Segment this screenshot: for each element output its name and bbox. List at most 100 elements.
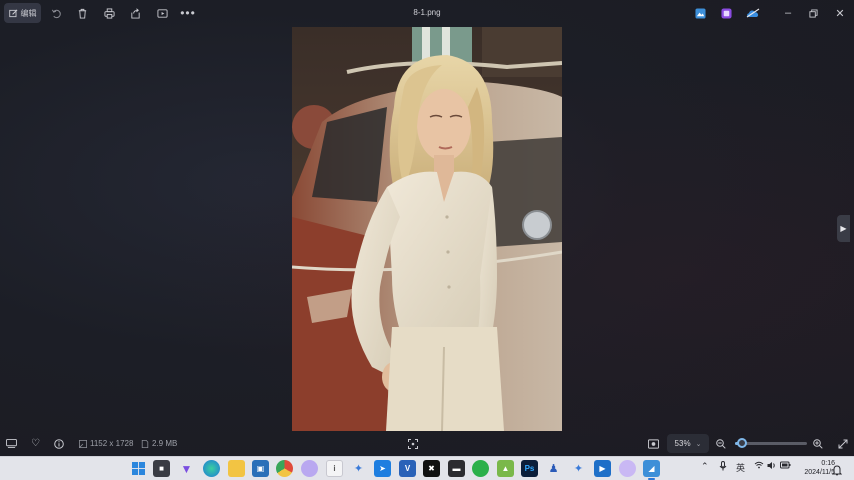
taskbar-app-7[interactable]: ▬ (448, 460, 465, 477)
taskbar-app-6[interactable]: V (399, 460, 416, 477)
clipchamp-icon (720, 7, 732, 19)
photos-edit-app-button[interactable] (690, 3, 710, 23)
onedrive-button[interactable] (742, 3, 764, 23)
image-viewer-window: 编辑 ••• 8-1.png – ✕ ▶ ♡ 1152 x 1728 2.9 M… (0, 0, 854, 456)
image-size-icon (79, 439, 87, 448)
chevron-right-icon: ▶ (840, 224, 847, 233)
photoshop-button[interactable]: Ps (521, 460, 538, 477)
windows-logo-icon (132, 462, 145, 475)
input-method-button[interactable]: 英 (736, 461, 745, 474)
photo-image (292, 27, 562, 431)
app-v2-icon: V (404, 464, 411, 473)
task-view-button[interactable]: ■ (153, 460, 170, 477)
taskbar-app-4[interactable]: ✦ (350, 460, 367, 477)
file-size: 2.9 MB (152, 439, 178, 448)
displayed-photo[interactable] (292, 27, 562, 431)
photoshop-icon: Ps (524, 464, 535, 473)
battery-button[interactable] (780, 461, 791, 469)
taskbar-app-store[interactable]: ▣ (252, 460, 269, 477)
wifi-icon (754, 461, 764, 469)
app-v-icon: ▼ (180, 461, 193, 476)
clock-date: 2024/11/5 (804, 469, 835, 476)
notifications-button[interactable] (831, 463, 844, 476)
heart-icon: ♡ (31, 438, 40, 449)
zoom-out-button[interactable] (716, 437, 726, 450)
zoom-level-dropdown[interactable]: 53% ⌄ (667, 434, 709, 453)
dimensions-info: 1152 x 1728 (79, 437, 133, 450)
taskbar-app-5[interactable]: ➤ (374, 460, 391, 477)
taskbar-app-1[interactable]: ▼ (178, 460, 195, 477)
bottom-bar: ♡ 1152 x 1728 2.9 MB 53% ⌄ (0, 431, 854, 456)
battery-icon (780, 461, 791, 469)
system-clock[interactable]: 0:16 2024/11/5 (795, 459, 835, 477)
fit-to-window-button[interactable] (648, 437, 659, 450)
zoom-level: 53% (674, 439, 691, 448)
zoom-slider-thumb[interactable] (737, 438, 748, 448)
fit-window-icon (648, 438, 659, 449)
title-bar: 编辑 ••• 8-1.png – ✕ (0, 0, 854, 27)
filmstrip-icon (6, 439, 17, 448)
clock-time: 0:16 (821, 460, 835, 467)
speaker-icon (767, 462, 775, 469)
wechat-button[interactable] (472, 460, 489, 477)
microphone-button[interactable] (719, 461, 727, 471)
app-arrow-icon: ➤ (379, 464, 386, 473)
app-doc-icon: i (333, 464, 336, 473)
task-view-icon: ■ (159, 464, 164, 473)
input-method-label: 英 (736, 463, 746, 473)
photos-icon: ◢ (648, 464, 655, 473)
favorite-button[interactable]: ♡ (31, 437, 40, 450)
show-hidden-icons-button[interactable]: ⌃ (701, 461, 709, 472)
maximize-button[interactable] (801, 3, 825, 23)
taskbar-app-12[interactable] (619, 460, 636, 477)
app-network-icon: ✦ (353, 463, 364, 475)
start-button[interactable] (130, 460, 147, 477)
filesize-info: 2.9 MB (141, 437, 177, 450)
photos-button[interactable]: ◢ (643, 460, 660, 480)
filmstrip-button[interactable] (6, 437, 17, 450)
file-explorer-button[interactable] (228, 460, 245, 477)
clipchamp-button[interactable] (716, 3, 736, 23)
microphone-icon (719, 461, 727, 471)
crop-icon (408, 438, 418, 449)
info-icon (54, 438, 64, 449)
taskbar-app-8[interactable]: ▲ (497, 460, 514, 477)
photos-edit-app-icon (694, 7, 706, 19)
windows-taskbar: ■ ▼ ▣ i ✦ ➤ V ✖ ▬ ▲ Ps ♟ ✦ ▶ ◢ ⌃ 英 0:16 … (0, 456, 854, 480)
bell-icon (831, 465, 843, 476)
image-dimensions: 1152 x 1728 (90, 439, 134, 448)
crop-button[interactable] (408, 437, 418, 450)
wifi-button[interactable] (754, 461, 764, 469)
chevron-down-icon: ⌄ (695, 440, 702, 448)
chrome-button[interactable] (276, 460, 293, 477)
onedrive-icon (746, 8, 760, 18)
taskbar-app-3[interactable]: i (326, 460, 343, 477)
file-info-button[interactable] (54, 437, 64, 450)
file-size-icon (141, 439, 149, 448)
restore-icon (808, 8, 818, 18)
edge-button[interactable] (203, 460, 220, 477)
zoom-in-button[interactable] (813, 437, 823, 450)
taskbar-app-10[interactable]: ✦ (570, 460, 587, 477)
app-screen-icon: ▬ (452, 464, 461, 473)
next-image-button[interactable]: ▶ (837, 215, 850, 242)
taskbar-app-2[interactable] (301, 460, 318, 477)
chevron-up-icon: ⌃ (701, 461, 709, 471)
app-media-icon: ▶ (599, 464, 606, 473)
capcut-button[interactable]: ✖ (423, 460, 440, 477)
taskbar-app-11[interactable]: ▶ (594, 460, 611, 477)
store-icon: ▣ (256, 464, 265, 473)
full-screen-button[interactable] (838, 437, 848, 450)
app-figure-icon: ♟ (548, 463, 559, 475)
minimize-button[interactable]: – (776, 3, 800, 23)
zoom-slider[interactable] (735, 438, 807, 448)
zoom-in-icon (813, 438, 823, 449)
app-network2-icon: ✦ (573, 463, 584, 475)
close-button[interactable]: ✕ (828, 3, 852, 23)
minimize-icon: – (784, 7, 792, 19)
volume-button[interactable] (767, 461, 777, 470)
app-image-icon: ▲ (501, 464, 510, 473)
taskbar-app-9[interactable]: ♟ (545, 460, 562, 477)
expand-icon (838, 439, 848, 448)
capcut-icon: ✖ (428, 464, 435, 473)
